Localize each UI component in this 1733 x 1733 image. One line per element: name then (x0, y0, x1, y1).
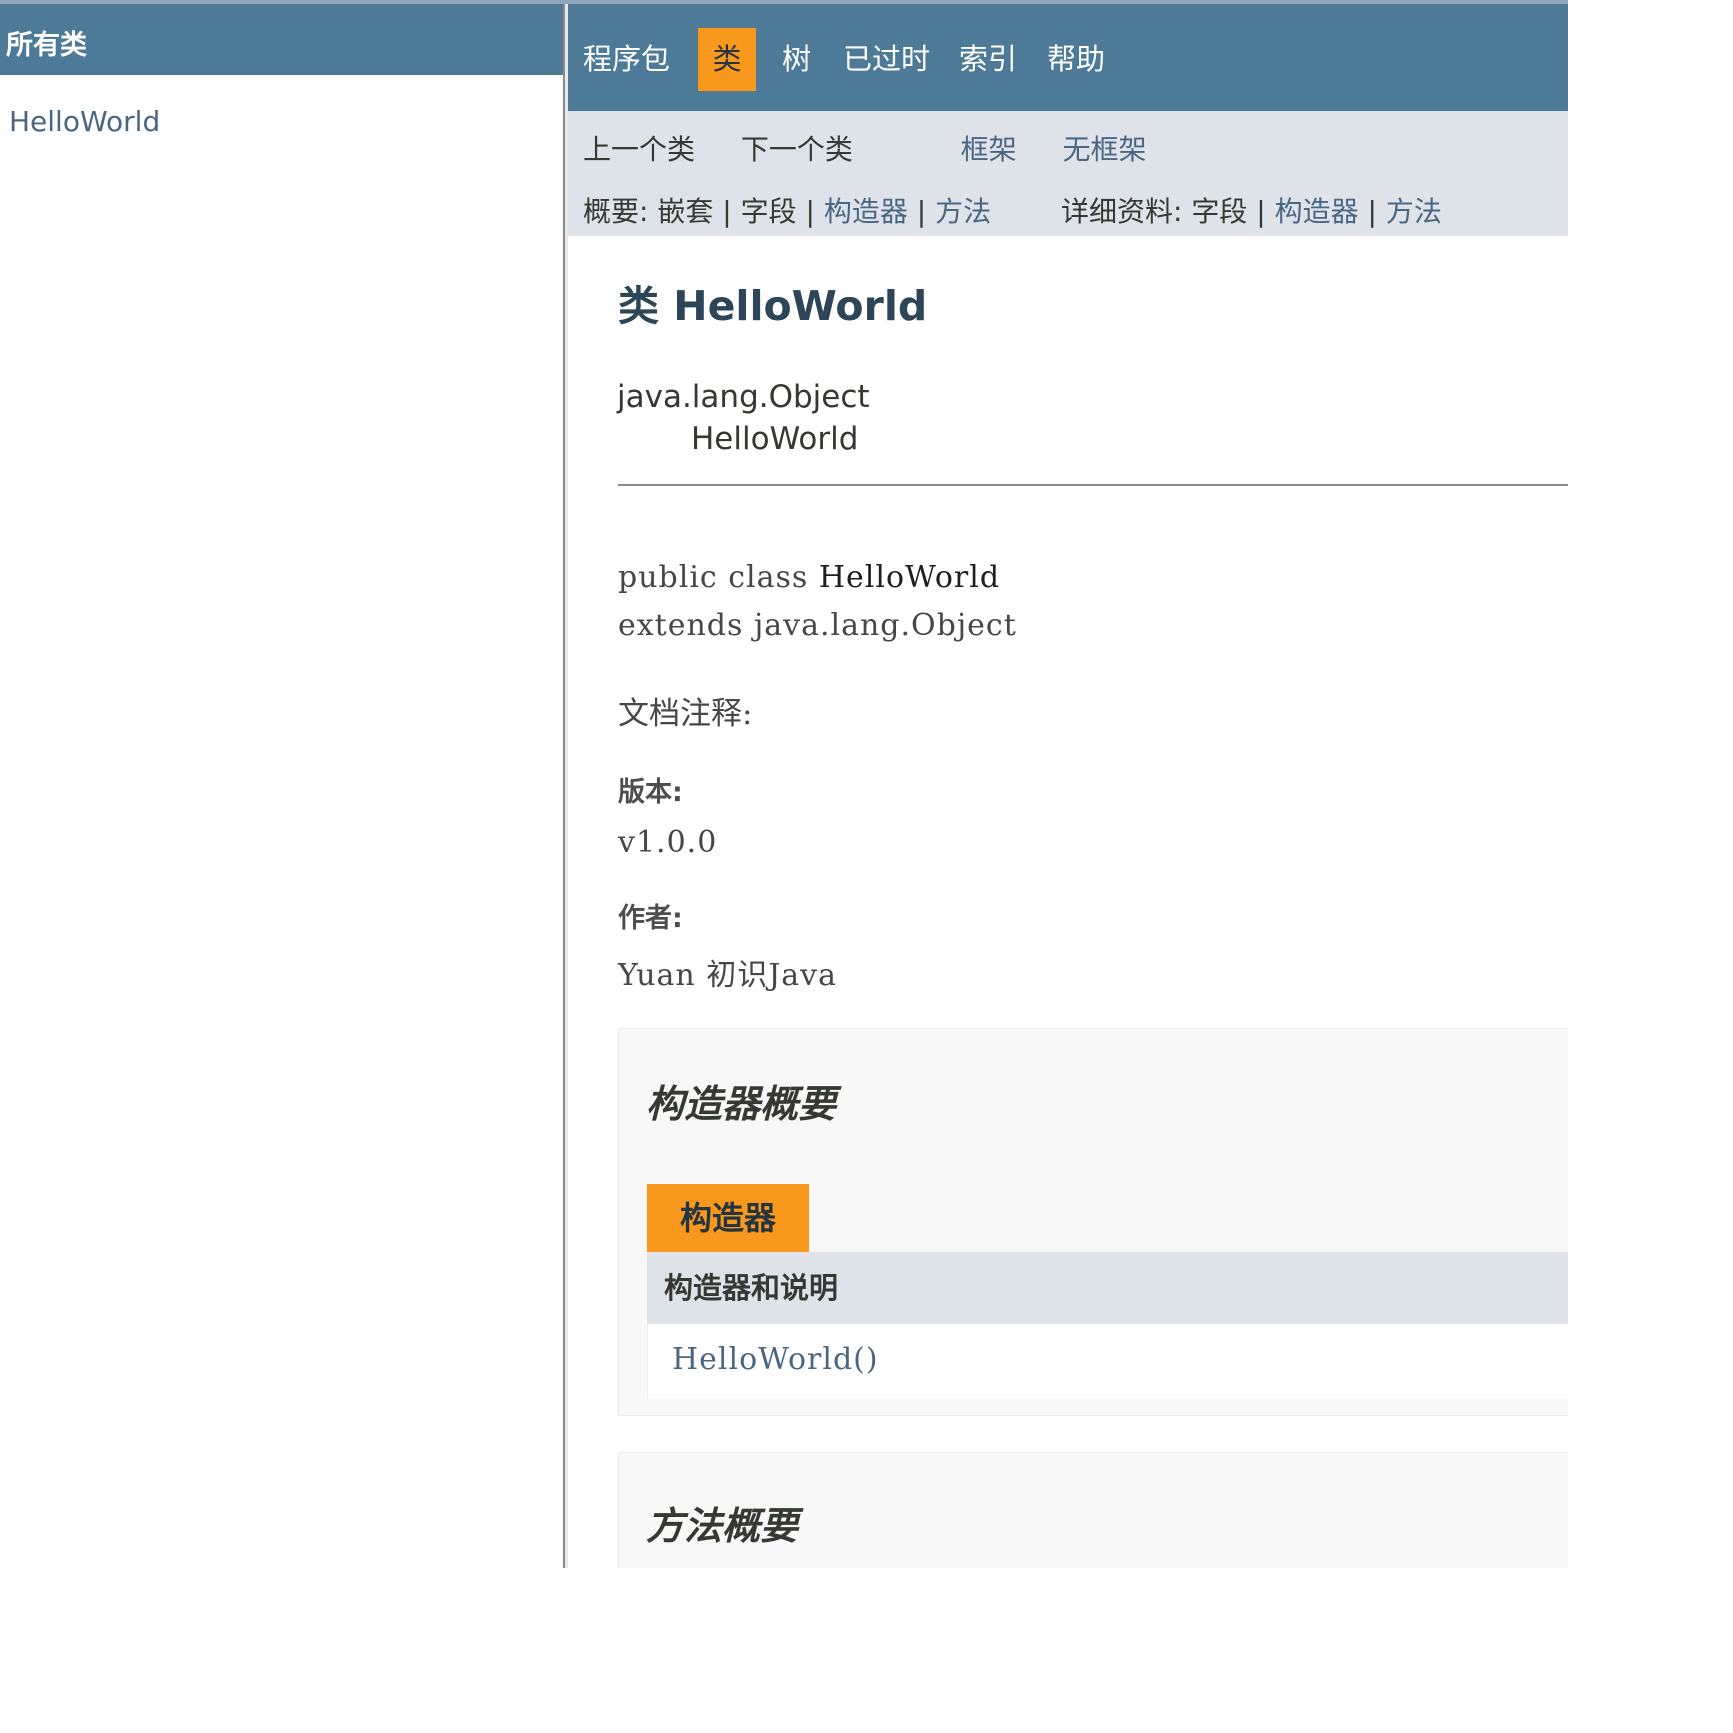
method-summary-heading: 方法概要 (646, 1504, 799, 1548)
version-value: v1.0.0 (618, 825, 718, 860)
summary-label: 概要: (583, 195, 649, 228)
summary-method-link[interactable]: 方法 (935, 195, 991, 228)
class-frame: 程序包 类 树 已过时 索引 帮助 上一个类 下一个类 框架 无框架 概要: 嵌… (568, 4, 1568, 1568)
frames-link[interactable]: 框架 (961, 133, 1017, 166)
top-navbar: 程序包 类 树 已过时 索引 帮助 (568, 4, 1568, 111)
sub-navbar: 上一个类 下一个类 框架 无框架 概要: 嵌套 | 字段 | 构造器 | 方法 … (568, 111, 1568, 236)
detail-method-link[interactable]: 方法 (1386, 195, 1442, 228)
detail-constructor-link[interactable]: 构造器 (1275, 195, 1359, 228)
declaration-class-name: HelloWorld (818, 560, 1001, 595)
no-frames-link[interactable]: 无框架 (1062, 133, 1146, 166)
section-divider (618, 484, 1568, 486)
constructor-link-helloworld[interactable]: HelloWorld() (672, 1342, 879, 1377)
summary-nested: 嵌套 (657, 195, 714, 228)
inheritance-child: HelloWorld (691, 421, 859, 457)
sub-nav-row-2: 概要: 嵌套 | 字段 | 构造器 | 方法 详细资料: 字段 | 构造器 | … (583, 190, 1442, 230)
doc-comment: 文档注释: (618, 696, 753, 732)
separator: | (1256, 195, 1266, 228)
nav-help[interactable]: 帮助 (1047, 28, 1105, 91)
nav-class-active: 类 (698, 28, 756, 91)
nav-deprecated[interactable]: 已过时 (843, 28, 930, 91)
all-classes-title: 所有类 (6, 30, 87, 61)
nav-tree[interactable]: 树 (782, 28, 811, 91)
separator: | (805, 195, 815, 228)
class-link-helloworld[interactable]: HelloWorld (9, 105, 160, 138)
author-value: Yuan 初识Java (618, 958, 838, 993)
inheritance-parent: java.lang.Object (617, 379, 870, 415)
author-label: 作者: (618, 903, 683, 934)
version-label: 版本: (618, 777, 683, 808)
constructor-summary-box: 构造器概要 构造器 构造器和说明 HelloWorld() (618, 1028, 1568, 1416)
all-classes-frame: 所有类 HelloWorld (0, 4, 563, 1568)
separator: | (1367, 195, 1377, 228)
class-extends: extends java.lang.Object (618, 608, 1017, 643)
constructor-column-header: 构造器和说明 (647, 1252, 1568, 1324)
method-summary-box: 方法概要 (618, 1452, 1568, 1568)
table-row: HelloWorld() (647, 1324, 1568, 1399)
class-title: 类 HelloWorld (618, 282, 928, 330)
prev-class: 上一个类 (583, 133, 696, 166)
nav-index[interactable]: 索引 (959, 28, 1017, 91)
sub-nav-row-1: 上一个类 下一个类 框架 无框架 (583, 128, 1147, 168)
detail-field: 字段 (1191, 195, 1248, 228)
separator: | (722, 195, 732, 228)
constructor-summary-heading: 构造器概要 (646, 1082, 837, 1126)
next-class: 下一个类 (740, 133, 853, 166)
nav-package[interactable]: 程序包 (583, 28, 670, 91)
summary-constructor-link[interactable]: 构造器 (824, 195, 908, 228)
class-declaration: public class HelloWorld (618, 560, 1000, 595)
detail-label: 详细资料: (1060, 195, 1183, 228)
summary-field: 字段 (740, 195, 797, 228)
all-classes-header: 所有类 (0, 4, 563, 75)
separator: | (916, 195, 927, 228)
constructor-caption-tab: 构造器 (647, 1184, 809, 1252)
declaration-modifiers: public class (618, 560, 819, 595)
